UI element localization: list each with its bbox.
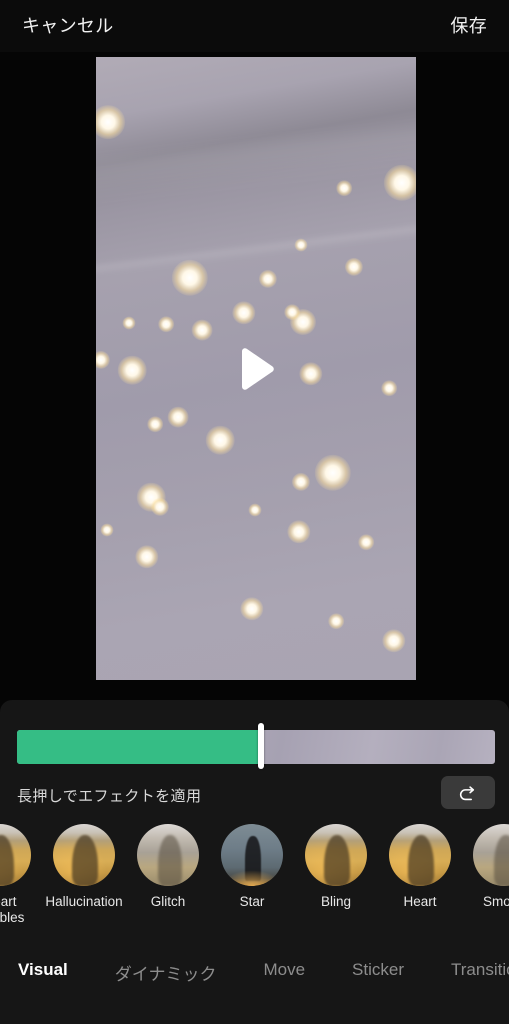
timeline-row <box>0 723 509 769</box>
star-sparkle-icon <box>96 105 125 139</box>
play-icon[interactable] <box>234 346 278 392</box>
timeline-playhead[interactable] <box>257 723 264 769</box>
star-sparkle-icon <box>135 545 159 569</box>
save-button[interactable]: 保存 <box>450 17 487 35</box>
star-sparkle-icon <box>158 316 174 332</box>
preview-stage <box>0 52 509 700</box>
star-sparkle-icon <box>336 180 352 196</box>
tab-ダイナミック[interactable]: ダイナミック <box>115 960 217 985</box>
effect-label: Star <box>239 894 265 909</box>
video-preview[interactable] <box>96 57 416 680</box>
effect-item[interactable]: Star <box>210 824 294 910</box>
effect-thumbnail[interactable] <box>389 824 451 886</box>
timeline-progress-fill <box>17 730 261 764</box>
effect-thumbnail[interactable] <box>305 824 367 886</box>
timeline-track[interactable] <box>17 730 495 764</box>
star-sparkle-icon <box>328 613 344 629</box>
star-sparkle-icon <box>232 301 256 325</box>
effect-label: Glitch <box>150 894 186 909</box>
star-sparkle-icon <box>382 629 406 653</box>
star-sparkle-icon <box>122 316 136 330</box>
tab-sticker[interactable]: Sticker <box>352 960 404 980</box>
hint-row: 長押しでエフェクトを適用 <box>0 776 509 818</box>
effect-item[interactable]: Hallucination <box>42 824 126 910</box>
star-sparkle-icon <box>167 406 189 428</box>
star-sparkle-icon <box>258 269 278 289</box>
star-sparkle-icon <box>248 503 262 517</box>
effect-thumbnail[interactable] <box>0 824 31 886</box>
star-sparkle-icon <box>287 520 311 544</box>
star-sparkle-icon <box>290 309 316 335</box>
star-sparkle-icon <box>205 425 235 455</box>
star-sparkle-icon <box>383 164 416 202</box>
star-sparkle-icon <box>96 350 111 370</box>
star-sparkle-icon <box>291 472 311 492</box>
star-sparkle-icon <box>314 454 352 492</box>
effect-item[interactable]: Bling <box>294 824 378 910</box>
star-sparkle-icon <box>240 597 264 621</box>
video-effect-editor: キャンセル 保存 長押しでエフェクトを適用 art bles Hallucina… <box>0 0 509 1024</box>
long-press-hint-text: 長押しでエフェクトを適用 <box>17 788 202 805</box>
bottom-sheet: 長押しでエフェクトを適用 Heart Bubbles Hallucination G… <box>0 700 509 1024</box>
undo-icon <box>459 785 475 800</box>
star-sparkle-icon <box>284 304 300 320</box>
star-sparkle-icon <box>117 355 147 385</box>
star-sparkle-icon <box>147 416 163 432</box>
effect-label: Smoke <box>482 894 509 909</box>
effect-item[interactable]: Heart Bubbles <box>0 824 42 926</box>
star-sparkle-icon <box>299 362 323 386</box>
effect-thumbnail[interactable] <box>221 824 283 886</box>
category-tab-bar[interactable]: Visual ダイナミック Move Sticker Transition <box>0 948 509 1024</box>
effect-thumbnail[interactable] <box>53 824 115 886</box>
effect-label: Heart <box>403 894 437 909</box>
effect-item[interactable]: Smoke <box>462 824 509 910</box>
tab-visual[interactable]: Visual <box>18 960 68 980</box>
effect-label: Heart Bubbles <box>0 894 25 925</box>
effects-carousel[interactable]: Heart Bubbles Hallucination Glitch Star Blin… <box>0 824 509 932</box>
star-sparkle-icon <box>171 259 209 297</box>
effect-label: Hallucination <box>45 894 123 909</box>
top-bar: キャンセル 保存 <box>0 0 509 52</box>
star-sparkle-icon <box>294 238 308 252</box>
tab-transition[interactable]: Transition <box>451 960 509 980</box>
undo-button[interactable] <box>441 776 495 809</box>
star-sparkle-icon <box>344 257 364 277</box>
star-sparkle-icon <box>358 534 374 550</box>
cancel-button[interactable]: キャンセル <box>22 17 114 35</box>
star-sparkle-icon <box>136 482 166 512</box>
effect-item[interactable]: Heart <box>378 824 462 910</box>
star-sparkle-icon <box>150 497 170 517</box>
effect-label: Bling <box>320 894 352 909</box>
star-sparkle-icon <box>381 380 397 396</box>
star-sparkle-icon <box>191 319 213 341</box>
effect-item[interactable]: Glitch <box>126 824 210 910</box>
star-sparkle-icon <box>100 523 114 537</box>
tab-move[interactable]: Move <box>263 960 305 980</box>
effect-thumbnail[interactable] <box>137 824 199 886</box>
effect-thumbnail[interactable] <box>473 824 509 886</box>
